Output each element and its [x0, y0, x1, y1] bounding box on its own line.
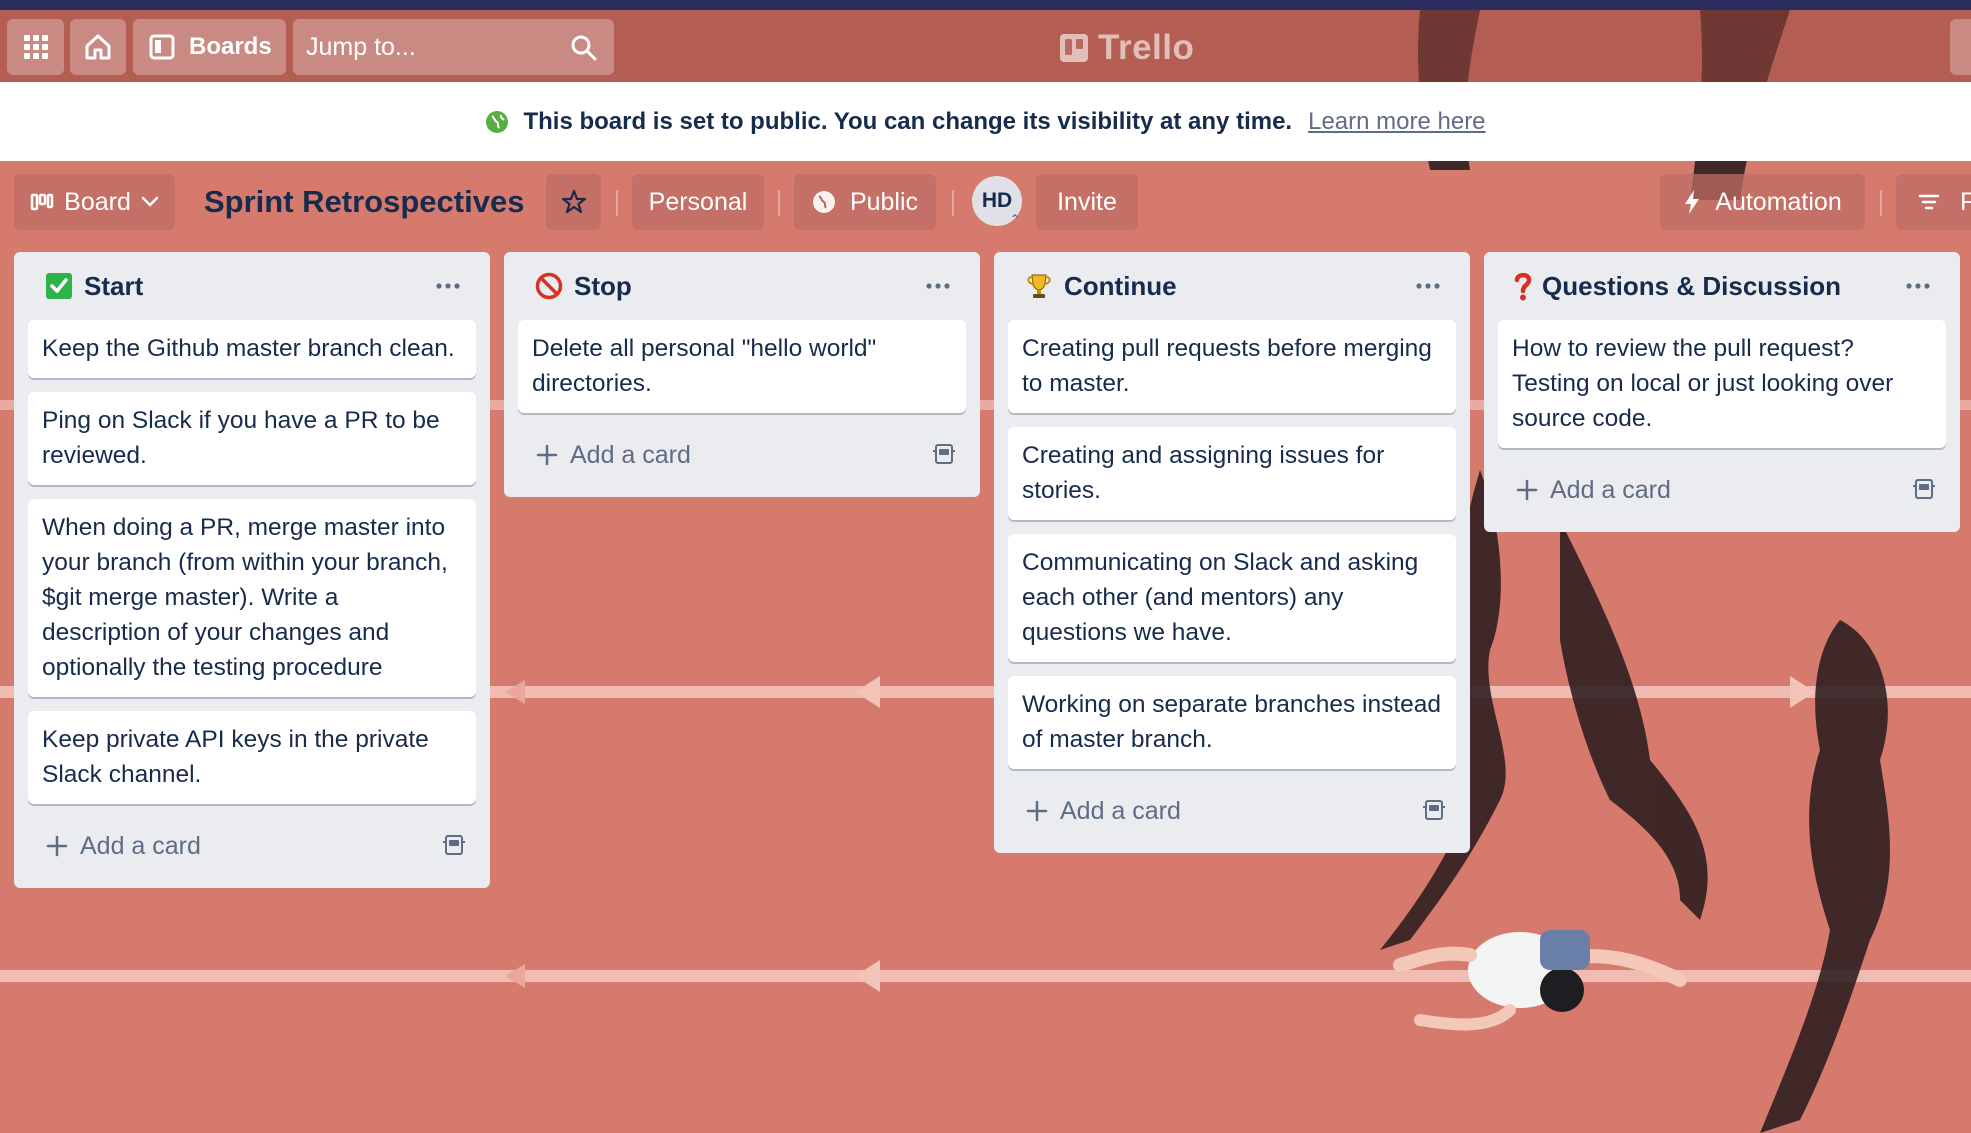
avatar-initials: HD	[981, 189, 1013, 212]
card[interactable]: Keep the Github master branch clean.	[28, 320, 476, 378]
list-title: Stop	[574, 270, 632, 301]
list-title: Start	[84, 270, 144, 301]
card-template-icon[interactable]	[1422, 799, 1446, 821]
boards-icon	[149, 34, 175, 60]
search-icon[interactable]	[570, 34, 598, 62]
header-right-button[interactable]	[1950, 19, 1971, 75]
card[interactable]: Communicating on Slack and asking each o…	[1008, 534, 1456, 662]
add-card-label: Add a card	[1550, 475, 1671, 504]
check-mark-emoji-icon	[44, 271, 74, 301]
add-card-button[interactable]: Add a card	[28, 818, 476, 874]
globe-icon	[812, 191, 835, 213]
plus-icon	[1026, 800, 1048, 822]
list-start: Start Keep the Github master branch clea…	[14, 252, 490, 888]
board-view-switcher[interactable]: Board	[14, 174, 175, 230]
card[interactable]: Creating and assigning issues for storie…	[1008, 427, 1456, 520]
visibility-label: Public	[849, 187, 919, 216]
visibility-button[interactable]: Public	[794, 174, 936, 230]
card[interactable]: How to review the pull request? Testing …	[1498, 320, 1946, 448]
filter-button[interactable]: F	[1896, 174, 1971, 230]
avatar[interactable]: HD ⌃	[972, 176, 1022, 226]
add-card-button[interactable]: Add a card	[1498, 462, 1946, 518]
lightning-icon	[1685, 190, 1700, 214]
workspace-label: Personal	[648, 187, 748, 216]
separator	[778, 190, 780, 216]
list-menu-icon[interactable]	[918, 266, 958, 306]
plus-icon	[1516, 479, 1538, 501]
home-button[interactable]	[70, 19, 126, 75]
filter-label: F	[1960, 187, 1971, 216]
card[interactable]: Creating pull requests before merging to…	[1008, 320, 1456, 413]
card-template-icon[interactable]	[1912, 478, 1936, 500]
trello-logo-icon	[1060, 34, 1088, 62]
separator	[952, 190, 954, 216]
trello-logo[interactable]: Trello	[1060, 26, 1194, 70]
list-header[interactable]: Continue	[1008, 252, 1456, 320]
add-card-label: Add a card	[1060, 796, 1181, 825]
add-card-button[interactable]: Add a card	[1008, 783, 1456, 839]
logo-text: Trello	[1098, 28, 1195, 67]
list-menu-icon[interactable]	[1898, 266, 1938, 306]
learn-more-link[interactable]: Learn more here	[1308, 108, 1485, 136]
workspace-button[interactable]: Personal	[632, 174, 764, 230]
automation-label: Automation	[1715, 187, 1842, 216]
list-title: Questions & Discussion	[1542, 270, 1842, 301]
list-menu-icon[interactable]	[428, 266, 468, 306]
search-placeholder: Jump to...	[306, 32, 416, 61]
top-strip	[0, 0, 1971, 10]
list-stop: Stop Delete all personal "hello world" d…	[504, 252, 980, 497]
grid-icon	[23, 35, 48, 59]
board-view-label: Board	[64, 187, 131, 216]
home-icon	[85, 34, 111, 60]
list-questions-discussion: Questions & Discussion How to review the…	[1484, 252, 1960, 532]
search-input[interactable]: Jump to...	[293, 19, 614, 75]
boards-button[interactable]: Boards	[133, 19, 286, 75]
card[interactable]: When doing a PR, merge master into your …	[28, 499, 476, 697]
card[interactable]: Keep private API keys in the private Sla…	[28, 711, 476, 804]
card[interactable]: Working on separate branches instead of …	[1008, 676, 1456, 769]
board-title[interactable]: Sprint Retrospectives	[204, 184, 524, 220]
card-template-icon[interactable]	[442, 834, 466, 856]
board-view-icon	[30, 193, 54, 211]
card[interactable]: Delete all personal "hello world" direct…	[518, 320, 966, 413]
globe-icon	[486, 110, 509, 133]
star-icon	[561, 189, 586, 214]
list-continue: Continue Creating pull requests before m…	[994, 252, 1470, 853]
plus-icon	[46, 835, 68, 857]
trophy-emoji-icon	[1024, 271, 1054, 301]
invite-button[interactable]: Invite	[1036, 174, 1138, 230]
star-button[interactable]	[546, 174, 601, 230]
add-card-label: Add a card	[80, 831, 201, 860]
add-card-button[interactable]: Add a card	[518, 427, 966, 483]
card[interactable]: Ping on Slack if you have a PR to be rev…	[28, 392, 476, 485]
add-card-label: Add a card	[570, 440, 691, 469]
automation-button[interactable]: Automation	[1660, 174, 1865, 230]
list-header[interactable]: Questions & Discussion	[1498, 252, 1946, 320]
chevron-down-icon	[141, 196, 159, 207]
invite-label: Invite	[1057, 187, 1117, 216]
public-notice-banner: This board is set to public. You can cha…	[0, 82, 1971, 161]
list-menu-icon[interactable]	[1408, 266, 1448, 306]
list-header[interactable]: Start	[28, 252, 476, 320]
question-mark-emoji-icon	[1514, 271, 1532, 301]
board-header: Board Sprint Retrospectives Personal Pub…	[0, 170, 1971, 236]
boards-label: Boards	[189, 33, 272, 60]
admin-chevron-icon: ⌃	[1009, 212, 1020, 226]
separator	[616, 190, 618, 216]
separator	[1880, 190, 1882, 216]
plus-icon	[536, 444, 558, 466]
banner-message: This board is set to public. You can cha…	[523, 107, 1293, 135]
prohibited-emoji-icon	[534, 271, 564, 301]
list-title: Continue	[1064, 270, 1177, 301]
list-header[interactable]: Stop	[518, 252, 966, 320]
card-template-icon[interactable]	[932, 443, 956, 465]
filter-icon	[1918, 194, 1940, 210]
apps-button[interactable]	[7, 19, 64, 75]
top-header: Boards Jump to... Trello	[0, 10, 1971, 82]
